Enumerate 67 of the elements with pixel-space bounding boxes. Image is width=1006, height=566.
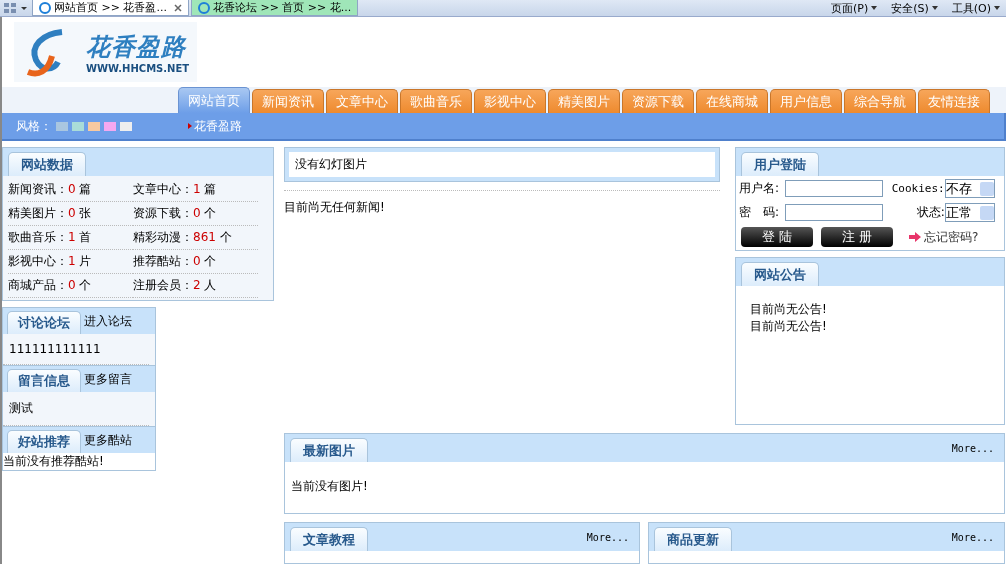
browser-logo-icon [39, 1, 51, 14]
stat-item: 精美图片：0 张 [8, 202, 133, 226]
list-item[interactable]: 测试 [3, 392, 149, 426]
username-field[interactable] [785, 180, 884, 197]
login-button[interactable]: 登 陆 [741, 227, 813, 247]
list-item[interactable]: 111111111111 [3, 334, 149, 365]
panel-tab[interactable]: 留言信息 [7, 369, 81, 392]
panel-tab[interactable]: 用户登陆 [741, 152, 819, 176]
browser-tab[interactable]: 花香论坛 >> 首页 >> 花... [190, 0, 359, 16]
site-logo[interactable]: 花香盈路 WWW.HHCMS.NET [14, 22, 198, 82]
more-link[interactable]: More... [586, 531, 639, 543]
stat-item: 商城产品：0 个 [8, 274, 133, 298]
arrow-icon [909, 232, 921, 242]
style-label: 风格： [16, 117, 52, 135]
style-swatch[interactable] [72, 121, 84, 131]
caret-icon [994, 6, 1000, 10]
panel-tab[interactable]: 商品更新 [654, 527, 732, 551]
cookies-label: Cookies: [890, 182, 945, 195]
style-swatch[interactable] [104, 121, 116, 131]
notice-item: 目前尚无公告! [750, 318, 828, 335]
style-swatch[interactable] [88, 121, 100, 131]
logo-url: WWW.HHCMS.NET [86, 62, 190, 74]
more-link[interactable]: More... [951, 531, 1004, 543]
panel-link[interactable]: 更多留言 [84, 370, 132, 388]
stat-item: 影视中心：1 片 [8, 250, 133, 274]
more-link[interactable]: More... [951, 442, 1004, 454]
panel-link[interactable]: 更多酷站 [84, 431, 132, 449]
panel-tab[interactable]: 网站公告 [741, 262, 819, 286]
cookies-select[interactable]: 不存 [944, 179, 995, 198]
panel-tab[interactable]: 好站推荐 [7, 430, 81, 453]
notice-item: 目前尚无公告! [750, 301, 828, 318]
style-swatch[interactable] [120, 121, 132, 131]
panel-tab[interactable]: 讨论论坛 [7, 311, 81, 334]
panel-tab[interactable]: 文章教程 [290, 527, 368, 551]
slideshow-message: 没有幻灯图片 [289, 152, 715, 177]
stat-item: 资源下载：0 个 [133, 202, 258, 226]
stat-item: 推荐酷站：0 个 [133, 250, 258, 274]
panel-tab[interactable]: 最新图片 [290, 438, 368, 462]
panel-link[interactable]: 进入论坛 [84, 312, 132, 330]
status-label: 状态: [915, 204, 945, 221]
caret-icon [931, 6, 938, 10]
news-message: 目前尚无任何新闻! [284, 190, 720, 216]
logo-text: 花香盈路 [86, 31, 188, 63]
tab-grid-icon[interactable] [2, 1, 30, 15]
username-label: 用户名: [739, 180, 781, 197]
stat-item: 注册会员：2 人 [133, 274, 258, 298]
panel-tab[interactable]: 网站数据 [8, 152, 86, 176]
empty-message: 当前没有推荐酷站! [3, 453, 155, 470]
empty-message: 当前没有图片! [290, 478, 369, 495]
close-icon[interactable] [173, 3, 182, 12]
stat-item: 文章中心：1 篇 [133, 178, 258, 202]
stat-item: 精彩动漫：861 个 [133, 226, 258, 250]
toolbar-menu[interactable]: 安全(S) [891, 0, 938, 16]
toolbar-menu[interactable]: 工具(O) [951, 0, 1000, 16]
toolbar-menu[interactable]: 页面(P) [830, 0, 878, 16]
browser-logo-icon [197, 1, 210, 14]
register-button[interactable]: 注 册 [821, 227, 893, 247]
caret-icon [871, 6, 878, 10]
stat-item: 歌曲音乐：1 首 [8, 226, 133, 250]
status-select[interactable]: 正常 [944, 203, 995, 222]
stat-item: 新闻资讯：0 篇 [8, 178, 133, 202]
browser-tab[interactable]: 网站首页 >> 花香盈... [32, 0, 189, 16]
style-swatch[interactable] [56, 121, 68, 131]
password-field[interactable] [785, 204, 884, 221]
bullet-icon [188, 123, 192, 129]
forgot-password-link[interactable]: 忘记密码? [924, 228, 979, 246]
password-label: 密 码: [739, 204, 781, 221]
